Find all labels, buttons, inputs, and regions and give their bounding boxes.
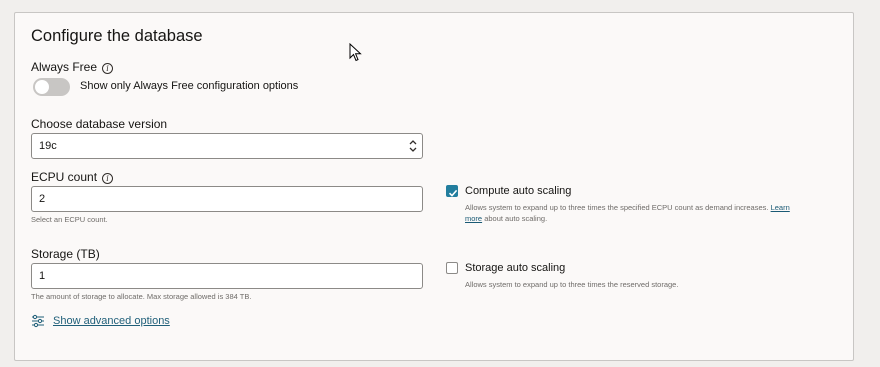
checkmark-icon — [448, 189, 458, 197]
info-icon[interactable]: i — [102, 63, 114, 74]
mouse-cursor-icon — [349, 42, 363, 63]
storage-autoscaling-checkbox[interactable] — [446, 262, 458, 274]
compute-help-suffix: about auto scaling. — [484, 214, 548, 223]
ecpu-label-row: ECPU count i — [31, 170, 114, 184]
db-version-select[interactable]: 19c — [31, 133, 423, 159]
always-free-label: Always Free — [31, 60, 98, 74]
storage-value: 1 — [39, 270, 46, 282]
compute-help-prefix: Allows system to expand up to three time… — [465, 203, 769, 212]
ecpu-label: ECPU count — [31, 170, 98, 184]
learn-more-link-cont[interactable]: more — [465, 214, 482, 223]
always-free-label-row: Always Free i — [31, 60, 114, 74]
compute-autoscaling-help: Allows system to expand up to three time… — [465, 202, 835, 224]
storage-autoscaling-label: Storage auto scaling — [465, 262, 566, 274]
section-title: Configure the database — [31, 27, 203, 45]
db-version-label: Choose database version — [31, 117, 168, 131]
info-icon[interactable]: i — [102, 173, 114, 184]
configure-database-panel: Configure the database Always Free i Show… — [14, 12, 854, 361]
storage-help-text: The amount of storage to allocate. Max s… — [31, 292, 252, 301]
storage-label: Storage (TB) — [31, 247, 100, 261]
always-free-toggle-label: Show only Always Free configuration opti… — [80, 80, 299, 92]
sliders-icon[interactable] — [31, 314, 45, 328]
ecpu-help-text: Select an ECPU count. — [31, 215, 108, 224]
compute-autoscaling-checkbox[interactable] — [446, 185, 458, 197]
learn-more-link[interactable]: Learn — [771, 203, 790, 212]
ecpu-input[interactable]: 2 — [31, 186, 423, 212]
always-free-toggle[interactable] — [33, 78, 70, 96]
ecpu-value: 2 — [39, 193, 46, 205]
compute-autoscaling-label: Compute auto scaling — [465, 185, 572, 197]
toggle-knob — [35, 80, 49, 94]
select-arrows-icon — [409, 138, 417, 154]
db-version-value: 19c — [39, 140, 57, 152]
storage-input[interactable]: 1 — [31, 263, 423, 289]
show-advanced-options-link[interactable]: Show advanced options — [53, 315, 170, 327]
storage-autoscaling-help: Allows system to expand up to three time… — [465, 280, 679, 289]
